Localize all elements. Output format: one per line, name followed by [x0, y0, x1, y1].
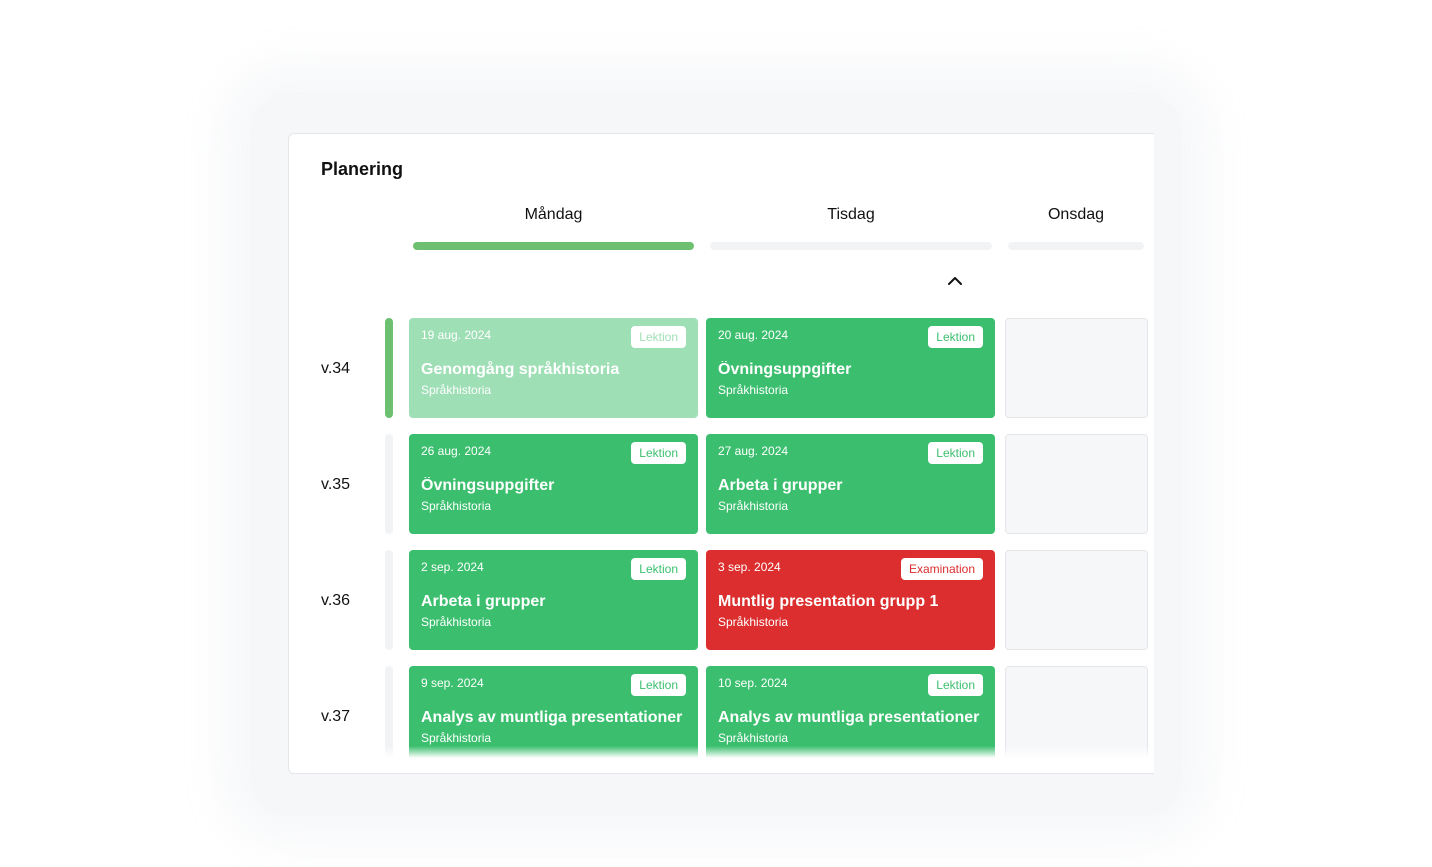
card-subject: Språkhistoria	[718, 615, 789, 629]
schedule-card[interactable]: 27 aug. 2024 Lektion Arbeta i grupper Sp…	[706, 434, 995, 534]
card-subject: Språkhistoria	[718, 383, 789, 397]
card-title: Analys av muntliga presentationer	[421, 709, 683, 726]
day-header-tuesday[interactable]: Tisdag	[710, 206, 992, 224]
card-type-badge: Lektion	[631, 558, 686, 580]
schedule-card[interactable]: 19 aug. 2024 Lektion Genomgång språkhist…	[409, 318, 698, 418]
schedule-card[interactable]: 2 sep. 2024 Lektion Arbeta i grupper Spr…	[409, 550, 698, 650]
card-type-badge: Examination	[900, 558, 983, 580]
week-label: v.35	[321, 476, 351, 493]
card-title: Genomgång språkhistoria	[421, 361, 620, 378]
empty-slot[interactable]	[1005, 434, 1148, 534]
week-label: v.36	[321, 592, 351, 609]
day-indicator-wednesday	[1008, 242, 1144, 250]
week-indicator	[385, 318, 393, 418]
card-title: Analys av muntliga presentationer	[718, 709, 980, 726]
chevron-up-icon[interactable]	[946, 274, 964, 288]
week-label: v.37	[321, 708, 351, 725]
card-type-badge: Lektion	[928, 442, 983, 464]
empty-slot[interactable]	[1005, 318, 1148, 418]
panel-title: Planering	[321, 159, 404, 179]
card-title: Arbeta i grupper	[421, 593, 546, 610]
card-type-badge: Lektion	[631, 442, 686, 464]
schedule-card[interactable]: 26 aug. 2024 Lektion Övningsuppgifter Sp…	[409, 434, 698, 534]
empty-slot[interactable]	[1005, 550, 1148, 650]
schedule-card-exam[interactable]: 3 sep. 2024 Examination Muntlig presenta…	[706, 550, 995, 650]
day-indicator-monday	[413, 242, 694, 250]
card-title: Övningsuppgifter	[718, 361, 852, 378]
card-type-badge: Lektion	[928, 674, 983, 696]
card-type-badge: Lektion	[928, 326, 983, 348]
card-title: Övningsuppgifter	[421, 477, 555, 494]
schedule-card[interactable]: 20 aug. 2024 Lektion Övningsuppgifter Sp…	[706, 318, 995, 418]
card-title: Arbeta i grupper	[718, 477, 843, 494]
card-subject: Språkhistoria	[718, 499, 789, 513]
scroll-fade	[289, 746, 1154, 773]
card-type-badge: Lektion	[631, 326, 686, 348]
day-header-monday[interactable]: Måndag	[413, 206, 694, 224]
card-type-badge: Lektion	[631, 674, 686, 696]
week-label: v.34	[321, 360, 351, 377]
card-title: Muntlig presentation grupp 1	[718, 593, 939, 610]
week-indicator	[385, 550, 393, 650]
card-subject: Språkhistoria	[421, 615, 492, 629]
day-indicator-tuesday	[710, 242, 992, 250]
card-subject: Språkhistoria	[421, 499, 492, 513]
card-subject: Språkhistoria	[718, 731, 789, 745]
card-subject: Språkhistoria	[421, 731, 492, 745]
day-header-wednesday[interactable]: Onsdag	[1008, 206, 1144, 224]
card-subject: Språkhistoria	[421, 383, 492, 397]
planning-panel: Planering Måndag Tisdag Onsdag v.34 19 a…	[288, 133, 1154, 774]
week-indicator	[385, 434, 393, 534]
